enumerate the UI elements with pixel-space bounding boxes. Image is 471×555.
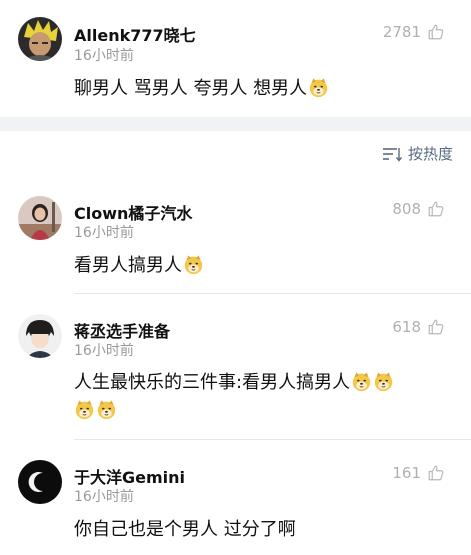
like-button[interactable]: 808 bbox=[392, 199, 445, 219]
timestamp: 16小时前 bbox=[74, 48, 134, 64]
username[interactable]: Allenk777晓七 bbox=[74, 22, 196, 46]
comment-text: 看男人搞男人 bbox=[74, 253, 204, 279]
avatar[interactable] bbox=[18, 196, 62, 240]
doge-emoji-icon bbox=[373, 371, 394, 392]
comment-text-line-2 bbox=[74, 398, 117, 424]
like-button[interactable]: 161 bbox=[392, 463, 445, 483]
doge-emoji-icon bbox=[74, 399, 95, 420]
section-separator bbox=[0, 117, 471, 131]
thumbs-up-icon bbox=[427, 200, 445, 218]
sort-by-hot-button[interactable]: 按热度 bbox=[382, 143, 453, 164]
thumbs-up-icon bbox=[427, 23, 445, 41]
divider bbox=[74, 439, 471, 440]
sort-lines-icon bbox=[382, 147, 402, 162]
username[interactable]: 蒋丞选手准备 bbox=[74, 318, 170, 342]
doge-emoji-icon bbox=[351, 371, 372, 392]
like-count: 2781 bbox=[382, 23, 421, 41]
timestamp: 16小时前 bbox=[74, 225, 134, 241]
thumbs-up-icon bbox=[427, 318, 445, 336]
like-count: 618 bbox=[392, 318, 421, 336]
comment-text-content: 看男人搞男人 bbox=[74, 255, 182, 276]
thumbs-up-icon bbox=[427, 464, 445, 482]
comment-text-content: 你自己也是个男人 过分了啊 bbox=[74, 519, 296, 540]
like-count: 161 bbox=[392, 464, 421, 482]
comment-text-content: 人生最快乐的三件事:看男人搞男人 bbox=[74, 372, 351, 393]
comment-text: 聊男人 骂男人 夸男人 想男人 bbox=[74, 76, 329, 102]
timestamp: 16小时前 bbox=[74, 343, 134, 359]
comment-text-content: 聊男人 骂男人 夸男人 想男人 bbox=[74, 78, 308, 99]
doge-emoji-icon bbox=[183, 254, 204, 275]
username[interactable]: Clown橘子汽水 bbox=[74, 200, 192, 224]
like-count: 808 bbox=[392, 200, 421, 218]
avatar[interactable] bbox=[18, 460, 62, 504]
doge-emoji-icon bbox=[308, 77, 329, 98]
divider bbox=[74, 293, 471, 294]
username[interactable]: 于大洋Gemini bbox=[74, 464, 185, 488]
sort-label: 按热度 bbox=[407, 145, 453, 163]
avatar[interactable] bbox=[18, 314, 62, 358]
avatar[interactable] bbox=[18, 17, 62, 61]
comment-text: 人生最快乐的三件事:看男人搞男人 bbox=[74, 370, 394, 396]
like-button[interactable]: 2781 bbox=[383, 22, 445, 42]
doge-emoji-icon bbox=[96, 399, 117, 420]
timestamp: 16小时前 bbox=[74, 489, 134, 505]
comment-text: 你自己也是个男人 过分了啊 bbox=[74, 517, 296, 543]
like-button[interactable]: 618 bbox=[392, 317, 445, 337]
